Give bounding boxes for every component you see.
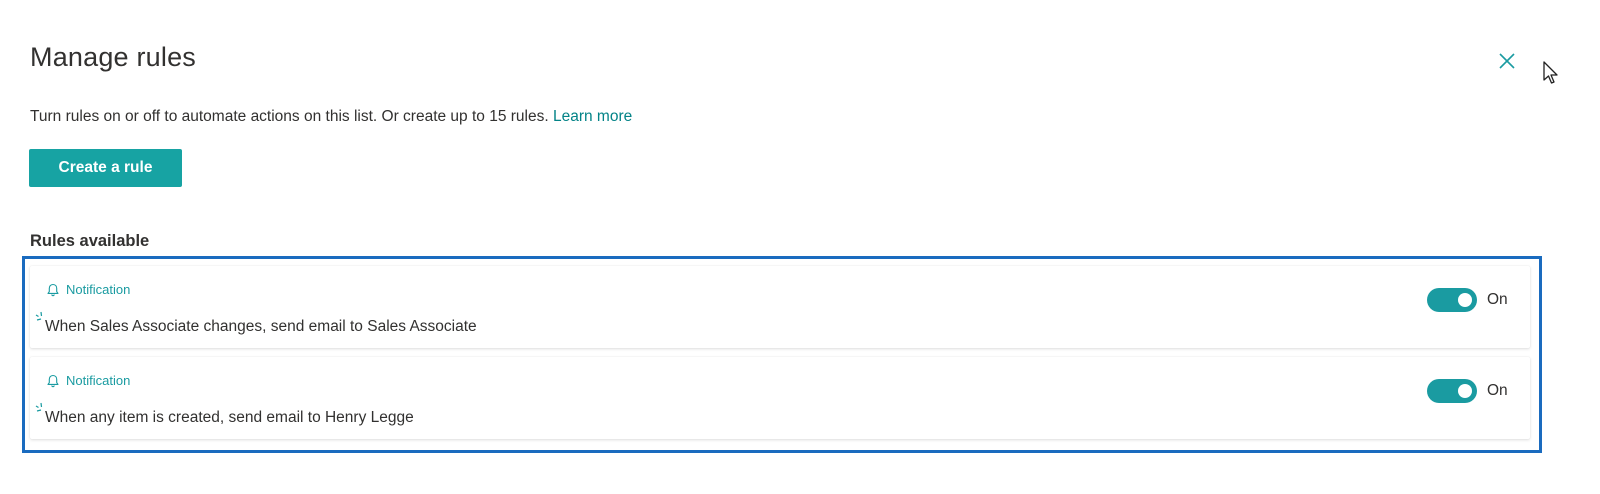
bell-icon [47,374,59,387]
toggle-knob [1458,384,1472,398]
close-icon [1499,53,1515,69]
rule-description: When any item is created, send email to … [45,409,414,426]
rule-card[interactable]: Notification When Sales Associate change… [30,266,1530,348]
manage-rules-panel: Manage rules Turn rules on or off to aut… [0,0,1600,494]
cursor-arrow-icon [1542,60,1560,86]
description-text: Turn rules on or off to automate actions… [30,108,549,125]
close-button[interactable] [1494,48,1520,74]
rule-type-label: Notification [66,282,131,297]
rule-toggle[interactable] [1427,379,1477,403]
panel-description: Turn rules on or off to automate actions… [30,108,632,126]
rule-type: Notification [46,373,130,388]
create-rule-button[interactable]: Create a rule [29,149,182,187]
rule-toggle[interactable] [1427,288,1477,312]
rule-card[interactable]: Notification When any item is created, s… [30,357,1530,439]
toggle-knob [1458,293,1472,307]
rule-type-label: Notification [66,373,131,388]
rule-description: When Sales Associate changes, send email… [45,318,477,335]
rule-type: Notification [46,282,130,297]
bell-icon [47,283,59,296]
rules-available-heading: Rules available [30,232,150,250]
learn-more-link[interactable]: Learn more [553,108,632,125]
toggle-state-label: On [1487,382,1508,399]
toggle-state-label: On [1487,291,1508,308]
page-title: Manage rules [30,42,196,72]
